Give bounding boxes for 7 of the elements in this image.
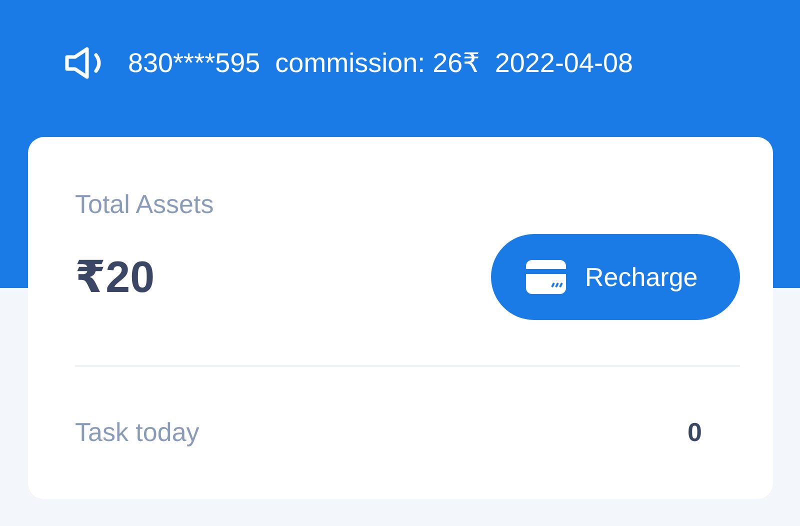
- notice-text: 830****595 commission: 26₹ 2022-04-08: [128, 48, 633, 78]
- recharge-button[interactable]: Recharge: [491, 234, 740, 320]
- card-icon: [525, 259, 567, 295]
- assets-label: Total Assets: [75, 189, 215, 220]
- task-label: Task today: [75, 416, 200, 448]
- assets-amount: ₹20: [75, 252, 155, 302]
- task-count: 0: [688, 416, 702, 448]
